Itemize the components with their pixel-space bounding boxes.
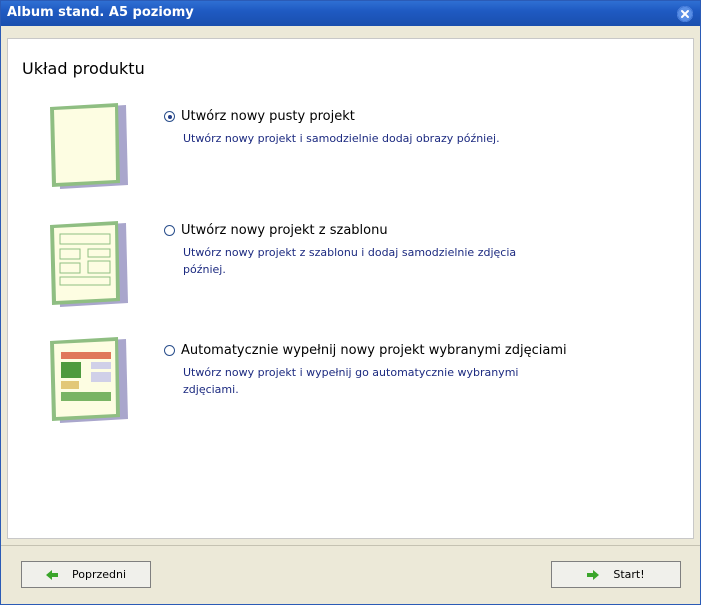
option-label: Utwórz nowy projekt z szablonu xyxy=(181,223,388,238)
close-button[interactable] xyxy=(677,6,693,22)
autofill-page-icon xyxy=(50,337,128,423)
arrow-right-icon xyxy=(587,569,600,580)
footer-separator xyxy=(1,545,700,546)
title-bar[interactable]: Album stand. A5 poziomy xyxy=(1,1,700,26)
back-button-label: Poprzedni xyxy=(71,568,127,581)
radio-button-checked[interactable] xyxy=(164,111,175,122)
content-panel: Układ produktu Utwórz nowy pusty projekt… xyxy=(7,38,694,539)
option-label: Utwórz nowy pusty projekt xyxy=(181,109,355,124)
dialog-window: Album stand. A5 poziomy Układ produktu U… xyxy=(0,0,701,605)
template-page-icon xyxy=(50,221,128,307)
option-description: Utwórz nowy projekt i samodzielnie dodaj… xyxy=(183,132,500,145)
radio-autofill-project[interactable]: Automatycznie wypełnij nowy projekt wybr… xyxy=(164,343,567,358)
option-description: Utwórz nowy projekt z szablonu i dodaj s… xyxy=(183,246,517,276)
radio-button[interactable] xyxy=(164,225,175,236)
radio-template-project[interactable]: Utwórz nowy projekt z szablonu xyxy=(164,223,388,238)
window-title: Album stand. A5 poziomy xyxy=(7,5,194,20)
start-button[interactable]: Start! xyxy=(551,561,681,588)
blank-page-icon xyxy=(50,103,128,189)
option-label: Automatycznie wypełnij nowy projekt wybr… xyxy=(181,343,567,358)
radio-empty-project[interactable]: Utwórz nowy pusty projekt xyxy=(164,109,355,124)
option-description: Utwórz nowy projekt i wypełnij go automa… xyxy=(183,366,519,396)
radio-button[interactable] xyxy=(164,345,175,356)
panel-title: Układ produktu xyxy=(22,59,145,78)
arrow-left-icon xyxy=(45,569,58,580)
close-icon xyxy=(677,6,693,22)
start-button-label: Start! xyxy=(613,568,645,581)
back-button[interactable]: Poprzedni xyxy=(21,561,151,588)
